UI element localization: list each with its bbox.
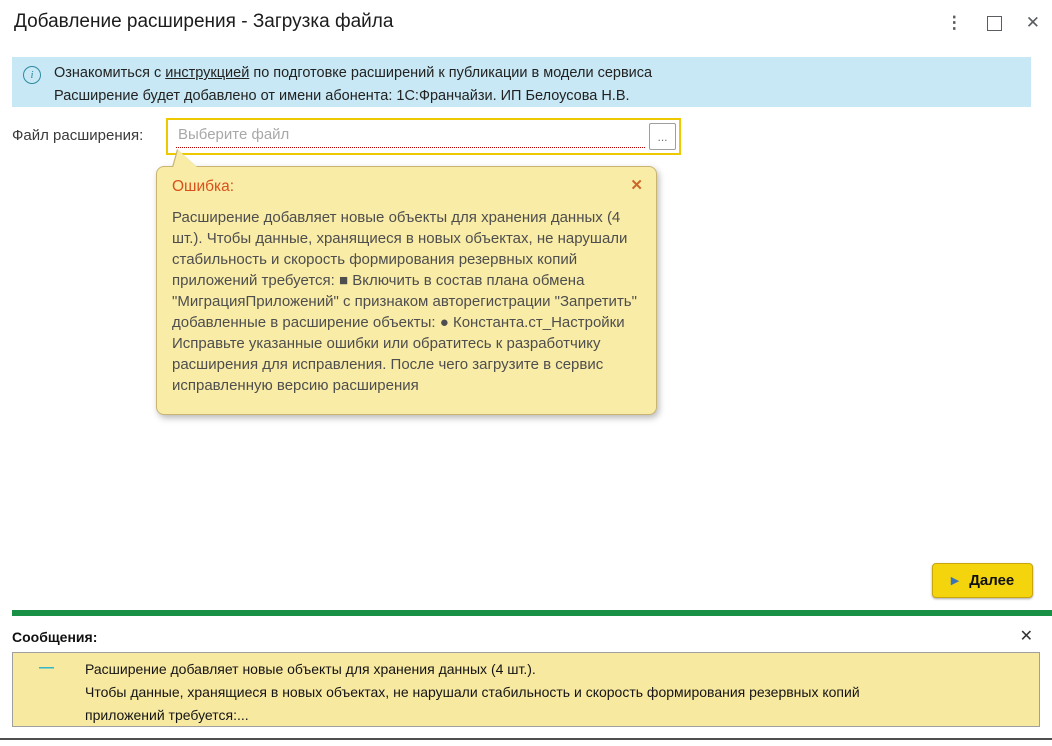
instruction-link[interactable]: инструкцией: [165, 65, 249, 81]
message-marker-icon: —: [39, 659, 54, 676]
banner-text-post: по подготовке расширений к публикации в …: [249, 65, 653, 81]
extension-file-input-wrap: [176, 122, 645, 148]
banner-text-pre: Ознакомиться с: [54, 65, 166, 81]
extension-file-input[interactable]: [176, 125, 645, 144]
extension-file-field-group: ...: [166, 118, 681, 155]
messages-separator: [12, 610, 1052, 616]
tooltip-close-icon[interactable]: ✕: [630, 176, 643, 194]
browse-file-button[interactable]: ...: [649, 123, 676, 150]
info-banner: i Ознакомиться с инструкцией по подготов…: [12, 57, 1031, 107]
message-line: Расширение добавляет новые объекты для х…: [85, 661, 536, 677]
tooltip-error-text: Расширение добавляет новые объекты для х…: [172, 209, 637, 394]
window-title: Добавление расширения - Загрузка файла: [14, 11, 394, 32]
extension-upload-dialog: Добавление расширения - Загрузка файла ⋮…: [0, 0, 1052, 746]
message-line: Чтобы данные, хранящиеся в новых объекта…: [85, 684, 860, 700]
window-bottom-edge: [0, 738, 1052, 740]
tooltip-pointer: [173, 150, 198, 168]
message-item[interactable]: — Расширение добавляет новые объекты для…: [12, 652, 1040, 727]
banner-line-1: Ознакомиться с инструкцией по подготовке…: [54, 62, 1021, 85]
message-line: приложений требуется:...: [85, 707, 249, 723]
maximize-icon[interactable]: [986, 13, 1002, 33]
error-tooltip: Ошибка: ✕ Расширение добавляет новые объ…: [156, 150, 657, 415]
info-circle-icon: i: [23, 66, 41, 84]
banner-line-2: Расширение будет добавлено от имени абон…: [54, 88, 630, 104]
extension-file-label: Файл расширения:: [12, 127, 144, 144]
tooltip-error-title: Ошибка:: [172, 178, 235, 195]
window-menu-icon[interactable]: ⋮: [946, 13, 963, 33]
message-text: Расширение добавляет новые объекты для х…: [85, 658, 1019, 727]
next-arrow-icon: ▶: [950, 575, 960, 587]
next-button[interactable]: ▶ Далее: [932, 563, 1033, 598]
window-close-icon[interactable]: ✕: [1026, 13, 1040, 33]
window-controls: ⋮ ✕: [946, 13, 1040, 33]
next-button-label: Далее: [969, 572, 1015, 589]
messages-close-icon[interactable]: ✕: [1020, 626, 1033, 646]
messages-header: Сообщения:: [12, 629, 98, 645]
